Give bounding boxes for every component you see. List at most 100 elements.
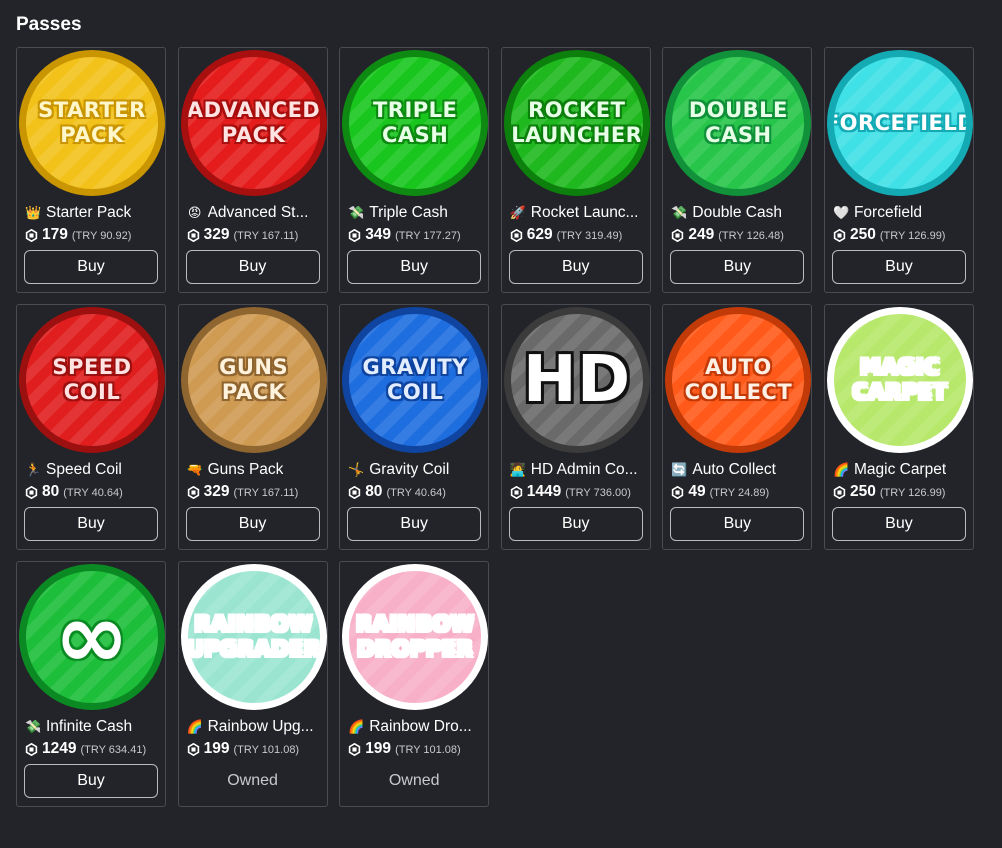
pass-card[interactable]: SPEED COIL 🏃 Speed Coil 80 (TRY 40.64) B… (16, 304, 166, 550)
robux-icon (349, 228, 361, 242)
angry-face-icon: 😡 (187, 205, 202, 220)
pass-name[interactable]: Auto Collect (692, 461, 776, 479)
pass-try-price: (TRY 736.00) (565, 487, 631, 499)
pass-name[interactable]: Rocket Launc... (531, 204, 639, 222)
pass-name[interactable]: Rainbow Upg... (208, 718, 314, 736)
technologist-icon: 🧑‍💻 (509, 462, 526, 477)
pass-name[interactable]: Starter Pack (46, 204, 131, 222)
pass-price-row: 199 (TRY 101.08) (187, 740, 299, 758)
pass-name-row: 🧑‍💻 HD Admin Co... (510, 461, 644, 479)
pass-name[interactable]: Advanced St... (208, 204, 309, 222)
buy-button[interactable]: Buy (185, 507, 320, 541)
pass-card[interactable]: GRAVITY COIL 🤸 Gravity Coil 80 (TRY 40.6… (339, 304, 490, 550)
rocket-icon: 🚀 (509, 205, 526, 220)
pass-card[interactable]: RAINBOW UPGRADER 🌈 Rainbow Upg... 199 (T… (177, 561, 328, 807)
buy-button[interactable]: Buy (508, 250, 643, 284)
buy-button[interactable]: Buy (508, 507, 643, 541)
pass-thumbnail-label: FORCEFIELD (826, 110, 973, 135)
pass-card[interactable]: GUNS PACK 🔫 Guns Pack 329 (TRY 167.11) B… (177, 304, 328, 550)
pass-card[interactable]: ROCKET LAUNCHER 🚀 Rocket Launc... 629 (T… (500, 47, 651, 293)
pass-thumbnail[interactable]: MAGIC CARPET (826, 307, 973, 453)
buy-button[interactable]: Buy (24, 507, 158, 541)
pass-name-row: 😡 Advanced St... (187, 204, 321, 222)
pass-thumbnail-label: SPEED COIL (52, 355, 132, 404)
pass-card[interactable]: FORCEFIELD 🤍 Forcefield 250 (TRY 126.99)… (823, 47, 974, 293)
pass-thumbnail[interactable]: AUTO COLLECT (665, 307, 812, 453)
pass-thumbnail[interactable]: GUNS PACK (180, 307, 327, 453)
pass-thumbnail[interactable]: STARTER PACK (19, 50, 165, 196)
pass-price-row: 199 (TRY 101.08) (348, 740, 461, 758)
robux-icon (25, 228, 38, 242)
pass-price-row: 49 (TRY 24.89) (671, 483, 769, 501)
buy-button[interactable]: Buy (24, 764, 158, 798)
pass-card[interactable]: ∞ 💸 Infinite Cash 1249 (TRY 634.41) Buy (16, 561, 166, 807)
pass-thumbnail[interactable]: GRAVITY COIL (342, 307, 489, 453)
pass-thumbnail[interactable]: ROCKET LAUNCHER (503, 50, 650, 196)
white-heart-icon: 🤍 (832, 205, 850, 220)
pass-name[interactable]: Magic Carpet (854, 461, 946, 479)
robux-icon (672, 228, 684, 242)
pass-thumbnail[interactable]: SPEED COIL (19, 307, 165, 453)
pass-try-price: (TRY 177.27) (395, 230, 461, 242)
pass-try-price: (TRY 101.08) (395, 744, 461, 756)
robux-icon (187, 228, 199, 242)
buy-button[interactable]: Buy (670, 250, 805, 284)
buy-button[interactable]: Buy (347, 507, 482, 541)
buy-button[interactable]: Buy (831, 507, 966, 541)
pass-thumbnail[interactable]: TRIPLE CASH (342, 50, 489, 196)
pass-price-row: 250 (TRY 126.99) (833, 483, 945, 501)
buy-button[interactable]: Buy (185, 250, 320, 284)
robux-icon (833, 485, 846, 499)
buy-button[interactable]: Buy (831, 250, 966, 284)
pass-name[interactable]: Double Cash (692, 204, 782, 222)
pass-name-row: 🔫 Guns Pack (187, 461, 321, 479)
pass-card[interactable]: STARTER PACK 👑 Starter Pack 179 (TRY 90.… (16, 47, 166, 293)
pass-name[interactable]: Rainbow Dro... (369, 718, 472, 736)
pass-name[interactable]: Gravity Coil (369, 461, 449, 479)
pass-price-row: 1449 (TRY 736.00) (510, 483, 631, 501)
pass-price-row: 629 (TRY 319.49) (510, 226, 622, 244)
pass-thumbnail[interactable]: HD (503, 307, 650, 453)
pass-thumbnail-label: DOUBLE CASH (688, 98, 788, 147)
pass-thumbnail[interactable]: RAINBOW UPGRADER (180, 564, 327, 710)
gun-icon: 🔫 (186, 462, 203, 477)
money-icon: 💸 (348, 205, 365, 220)
pass-price-row: 179 (TRY 90.92) (25, 226, 131, 244)
pass-thumbnail[interactable]: ∞ (19, 564, 165, 710)
pass-name[interactable]: Triple Cash (369, 204, 448, 222)
buy-button[interactable]: Buy (347, 250, 482, 284)
buy-button[interactable]: Buy (24, 250, 158, 284)
pass-card[interactable]: DOUBLE CASH 💸 Double Cash 249 (TRY 126.4… (662, 47, 813, 293)
pass-name[interactable]: Forcefield (854, 204, 922, 222)
pass-name[interactable]: Guns Pack (208, 461, 284, 479)
pass-card[interactable]: ADVANCED PACK 😡 Advanced St... 329 (TRY … (177, 47, 328, 293)
owned-label: Owned (388, 772, 440, 789)
buy-button[interactable]: Buy (670, 507, 805, 541)
pass-card[interactable]: HD 🧑‍💻 HD Admin Co... 1449 (TRY 736.00) … (500, 304, 651, 550)
pass-card[interactable]: RAINBOW DROPPER 🌈 Rainbow Dro... 199 (TR… (339, 561, 490, 807)
pass-card[interactable]: MAGIC CARPET 🌈 Magic Carpet 250 (TRY 126… (823, 304, 974, 550)
robux-icon (672, 485, 684, 499)
pass-thumbnail[interactable]: FORCEFIELD (826, 50, 973, 196)
pass-name[interactable]: Infinite Cash (46, 718, 132, 736)
pass-thumbnail[interactable]: DOUBLE CASH (665, 50, 812, 196)
pass-name[interactable]: HD Admin Co... (531, 461, 638, 479)
pass-thumbnail[interactable]: RAINBOW DROPPER (342, 564, 489, 710)
pass-thumbnail-label: TRIPLE CASH (372, 98, 458, 147)
pass-price: 80 (42, 483, 60, 500)
pass-card[interactable]: AUTO COLLECT 🔄 Auto Collect 49 (TRY 24.8… (662, 304, 813, 550)
robux-icon (187, 742, 199, 756)
rainbow-icon: 🌈 (186, 719, 203, 734)
pass-name-row: 🌈 Magic Carpet (833, 461, 967, 479)
pass-thumbnail-label: RAINBOW DROPPER (356, 612, 475, 661)
owned-label: Owned (227, 772, 278, 789)
pass-thumbnail-label: GRAVITY COIL (362, 355, 468, 404)
money-icon: 💸 (25, 719, 42, 734)
pass-price-row: 250 (TRY 126.99) (833, 226, 945, 244)
pass-name[interactable]: Speed Coil (46, 461, 122, 479)
pass-card[interactable]: TRIPLE CASH 💸 Triple Cash 349 (TRY 177.2… (339, 47, 490, 293)
pass-price: 199 (203, 740, 230, 757)
pass-thumbnail[interactable]: ADVANCED PACK (180, 50, 327, 196)
pass-price: 1449 (526, 483, 562, 500)
pass-try-price: (TRY 40.64) (63, 487, 123, 499)
